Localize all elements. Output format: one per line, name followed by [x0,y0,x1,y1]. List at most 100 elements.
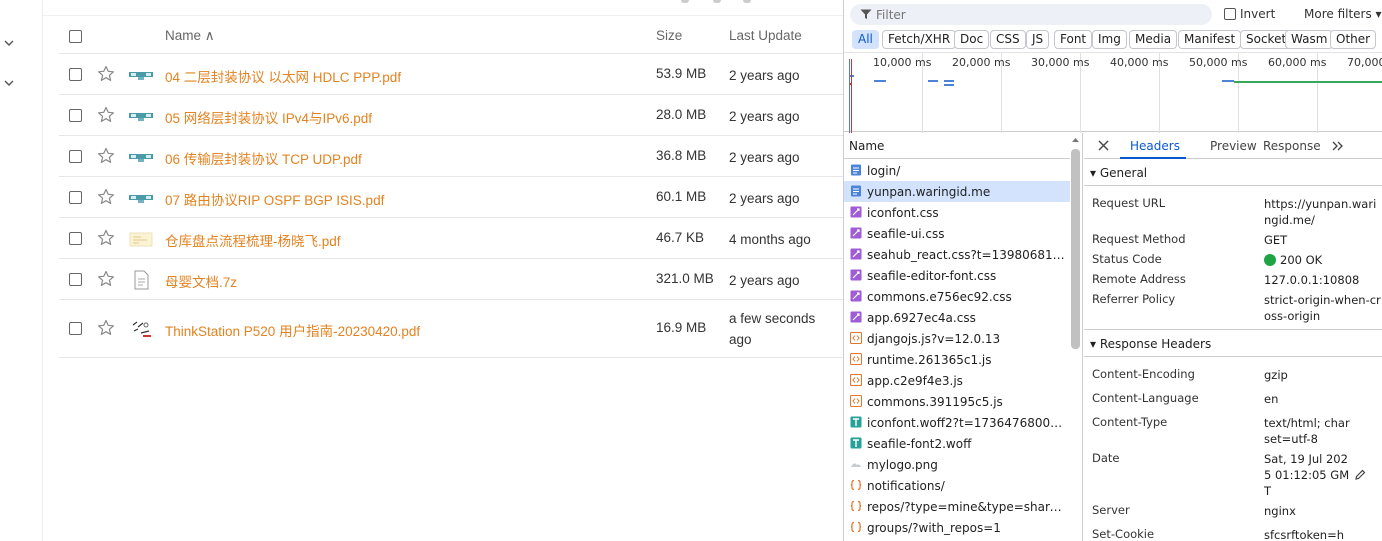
table-row[interactable]: 05 网络层封装协议 IPv4与IPv6.pdf 28.0 MB 2 years a… [59,95,843,136]
tab-preview[interactable]: Preview [1210,139,1257,153]
fetch-xhr-type-icon [850,479,862,491]
type-filter-wasm[interactable]: Wasm [1285,30,1334,49]
more-filters-dropdown[interactable]: More filters ▾ [1304,7,1382,21]
row-checkbox[interactable] [69,149,82,163]
type-filter-js[interactable]: JS [1026,30,1050,49]
column-header-last-update[interactable]: Last Update [729,28,802,43]
document-type-icon [850,185,862,197]
file-name-link[interactable]: 仓库盘点流程梳理-杨晓飞.pdf [165,230,341,250]
request-row[interactable]: login/ [844,160,1070,181]
row-checkbox[interactable] [69,272,82,286]
row-checkbox[interactable] [69,108,82,122]
select-all-checkbox[interactable] [69,30,82,43]
request-list-header[interactable]: Name [844,133,1070,159]
file-name-link[interactable]: 05 网络层封装协议 IPv4与IPv6.pdf [165,107,372,127]
request-row[interactable]: groups/?with_repos=1 [844,517,1070,538]
file-name-link[interactable]: 06 传输层封装协议 TCP UDP.pdf [165,148,362,168]
request-row[interactable]: iconfont.woff2?t=1736476800596 [844,412,1070,433]
request-row[interactable]: repos/?type=mine&type=shared&type=group&… [844,496,1070,517]
timeline-request-bar [1234,81,1382,83]
request-name: seafile-ui.css [867,227,945,241]
filter-box[interactable] [850,4,1212,25]
type-filter-media[interactable]: Media [1129,30,1178,49]
column-header-size[interactable]: Size [656,28,682,43]
row-checkbox[interactable] [69,322,82,335]
filter-input[interactable] [876,5,1196,24]
close-icon[interactable] [1098,140,1109,151]
request-row[interactable]: seahub_react.css?t=1398068110 [844,244,1070,265]
general-section-toggle[interactable]: ▾ General [1090,166,1147,180]
request-name: notifications/ [867,479,945,493]
table-row[interactable]: 仓库盘点流程梳理-杨晓飞.pdf 46.7 KB 4 months ago [59,218,843,259]
table-row[interactable]: 04 二层封装协议 以太网 HDLC PPP.pdf 53.9 MB 2 years… [59,54,843,95]
row-checkbox[interactable] [69,190,82,204]
type-filter-img[interactable]: Img [1092,30,1127,49]
star-icon[interactable] [97,319,115,337]
request-row[interactable]: djangojs.js?v=12.0.13 [844,328,1070,349]
star-icon[interactable] [97,65,115,83]
column-header-name[interactable]: Name ∧ [165,28,215,44]
star-icon[interactable] [97,106,115,124]
request-row[interactable]: app.6927ec4a.css [844,307,1070,328]
star-icon[interactable] [97,229,115,247]
request-name: mylogo.png [867,458,938,472]
request-row[interactable]: mylogo.png [844,454,1070,475]
table-row[interactable]: 06 传输层封装协议 TCP UDP.pdf 36.8 MB 2 years ago [59,136,843,177]
row-checkbox[interactable] [69,67,82,81]
header-value: en [1264,392,1279,406]
invert-checkbox[interactable] [1224,8,1236,20]
request-name: iconfont.woff2?t=1736476800596 [867,416,1067,430]
timeline-event-marker [849,59,850,133]
type-filter-font[interactable]: Font [1054,30,1093,49]
request-row[interactable]: seafile-editor-font.css [844,265,1070,286]
request-name: seahub_react.css?t=1398068110 [867,248,1067,262]
font-type-icon [850,437,862,449]
pdf-thumbnail-icon [129,229,153,249]
request-row[interactable]: iconfont.css [844,202,1070,223]
stylesheet-type-icon [850,290,862,302]
file-name-link[interactable]: 04 二层封装协议 以太网 HDLC PPP.pdf [165,66,401,86]
scroll-up-arrow-icon[interactable] [1071,136,1080,144]
request-row[interactable]: seafile-font2.woff [844,433,1070,454]
star-icon[interactable] [97,147,115,165]
timeline-request-bar [944,80,954,82]
request-list-scrollbar[interactable] [1071,149,1080,349]
type-filter-other[interactable]: Other [1330,30,1377,49]
request-row[interactable]: commons.e756ec92.css [844,286,1070,307]
edit-pencil-icon[interactable] [1354,469,1366,481]
request-row[interactable]: app.c2e9f4e3.js [844,370,1070,391]
fetch-xhr-type-icon [850,500,862,512]
response-headers-section-toggle[interactable]: ▾ Response Headers [1090,337,1211,351]
row-checkbox[interactable] [69,231,82,245]
table-row[interactable]: ThinkStation P520 用户指南-20230420.pdf 16.9 … [59,300,843,358]
request-list: Name login/yunpan.waringid.me iconfont.cs… [844,133,1083,541]
type-filter-all[interactable]: All [852,30,879,49]
type-filter-fetch-xhr[interactable]: Fetch/XHR [882,30,957,49]
type-filter-css[interactable]: CSS [990,30,1026,49]
star-icon[interactable] [97,188,115,206]
request-row[interactable]: notifications/ [844,475,1070,496]
sort-ascending-icon: ∧ [204,28,215,43]
request-row[interactable]: seafile-ui.css [844,223,1070,244]
request-row[interactable]: yunpan.waringid.me [844,181,1070,202]
network-timeline-overview[interactable]: 10,000 ms 20,000 ms 30,000 ms 40,000 ms 50,0… [844,52,1382,133]
file-name-link[interactable]: ThinkStation P520 用户指南-20230420.pdf [165,320,420,340]
tab-response[interactable]: Response [1263,139,1321,153]
file-name-link[interactable]: 母婴文档.7z [165,271,237,291]
file-name-link[interactable]: 07 路由协议RIP OSPF BGP ISIS.pdf [165,189,384,209]
image-type-icon [850,458,862,470]
file-browser: Name ∧ Size Last Update 04 二层封装协议 以太网 HD… [0,0,843,541]
type-filter-doc[interactable]: Doc [954,30,990,49]
font-type-icon [850,416,862,428]
chevron-down-icon[interactable] [4,38,14,48]
chevron-down-icon[interactable] [4,78,14,88]
star-icon[interactable] [97,270,115,288]
table-row[interactable]: 母婴文档.7z 321.0 MB 2 years ago [59,259,843,300]
tab-headers[interactable]: Headers [1130,139,1180,153]
section-divider [1084,356,1382,357]
table-row[interactable]: 07 路由协议RIP OSPF BGP ISIS.pdf 60.1 MB 2 yea… [59,177,843,218]
more-tabs-chevron-icon[interactable] [1332,141,1344,151]
request-row[interactable]: runtime.261365c1.js [844,349,1070,370]
type-filter-manifest[interactable]: Manifest [1178,30,1242,49]
request-row[interactable]: commons.391195c5.js [844,391,1070,412]
